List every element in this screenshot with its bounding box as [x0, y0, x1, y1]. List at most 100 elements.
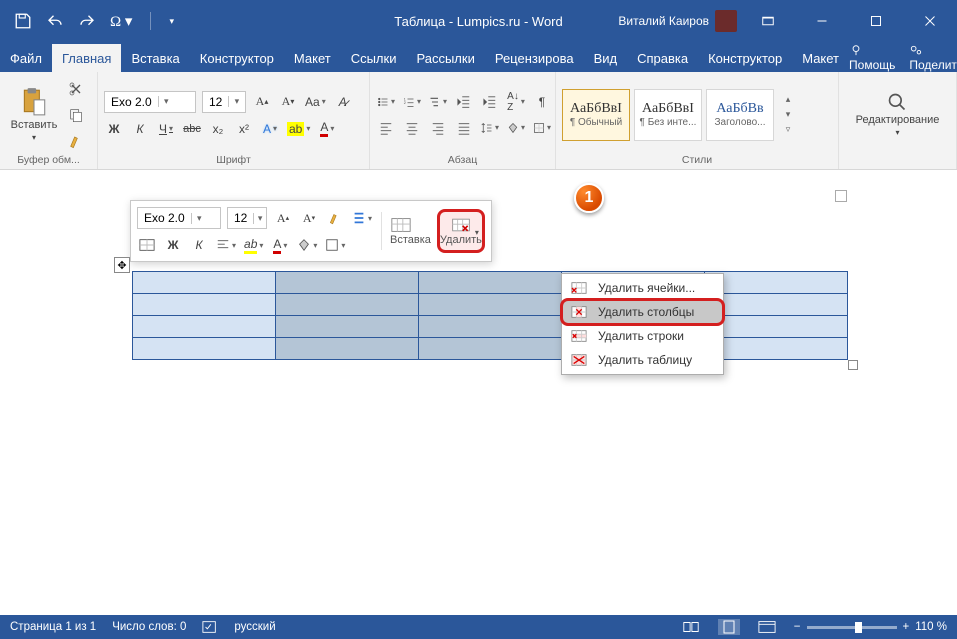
- align-left-button[interactable]: [376, 118, 396, 138]
- line-spacing-button[interactable]: [480, 118, 500, 138]
- redo-icon[interactable]: [78, 12, 96, 30]
- menu-delete-rows[interactable]: Удалить строки: [562, 324, 723, 348]
- tab-references[interactable]: Ссылки: [341, 44, 407, 72]
- ribbon-options-button[interactable]: [745, 0, 791, 42]
- bold-button[interactable]: Ж: [104, 119, 124, 139]
- mini-grow-button[interactable]: A▴: [273, 208, 293, 228]
- numbering-button[interactable]: 12: [402, 92, 422, 112]
- mini-shading-button[interactable]: [296, 235, 318, 255]
- print-layout-icon[interactable]: [718, 619, 740, 635]
- mini-font-combo[interactable]: Exo 2.0▾: [137, 207, 221, 229]
- mini-shrink-button[interactable]: A▾: [299, 208, 319, 228]
- tab-tabledesign[interactable]: Конструктор: [698, 44, 792, 72]
- pilcrow-button[interactable]: ¶: [532, 92, 552, 112]
- highlight-button[interactable]: ab: [286, 119, 311, 139]
- mini-delete-button[interactable]: Удалить ▾: [437, 209, 485, 253]
- multilevel-button[interactable]: [428, 92, 448, 112]
- clear-format-button[interactable]: A̷: [333, 92, 353, 112]
- table-move-handle[interactable]: ✥: [114, 257, 130, 273]
- mini-borders-button[interactable]: [324, 235, 346, 255]
- zoom-slider[interactable]: [807, 626, 897, 629]
- tab-layout[interactable]: Макет: [284, 44, 341, 72]
- style-normal[interactable]: АаБбВвI¶ Обычный: [562, 89, 630, 141]
- delete-table-icon: [570, 352, 588, 368]
- maximize-button[interactable]: [853, 0, 899, 42]
- zoom-out-button[interactable]: −: [794, 621, 801, 633]
- read-mode-icon[interactable]: [680, 619, 702, 635]
- omega-icon[interactable]: Ω ▾: [110, 12, 132, 31]
- tab-home[interactable]: Главная: [52, 44, 121, 72]
- subscript-button[interactable]: x₂: [208, 119, 228, 139]
- mini-insert-button[interactable]: Вставка: [390, 216, 431, 246]
- style-nospacing[interactable]: АаБбВвI¶ Без инте...: [634, 89, 702, 141]
- indent-dec-button[interactable]: [454, 92, 474, 112]
- tell-me[interactable]: Помощь: [849, 44, 895, 72]
- document-table[interactable]: ✥: [132, 271, 848, 360]
- sort-button[interactable]: A↓Z: [506, 92, 526, 112]
- zoom-value[interactable]: 110 %: [915, 621, 947, 633]
- borders-button[interactable]: [532, 118, 552, 138]
- mini-align-button[interactable]: [215, 235, 237, 255]
- close-button[interactable]: [907, 0, 953, 42]
- style-heading1[interactable]: АаБбВвЗаголово...: [706, 89, 774, 141]
- shrink-font-button[interactable]: A▾: [278, 92, 298, 112]
- format-painter-button[interactable]: [66, 131, 86, 151]
- strike-button[interactable]: abc: [182, 119, 202, 139]
- cut-button[interactable]: [66, 79, 86, 99]
- tab-tablelayout[interactable]: Макет: [792, 44, 849, 72]
- tab-design[interactable]: Конструктор: [190, 44, 284, 72]
- editing-button[interactable]: Редактирование ▾: [856, 92, 940, 137]
- tab-insert[interactable]: Вставка: [121, 44, 189, 72]
- styles-more-button[interactable]: ▴▾▿: [780, 94, 796, 135]
- spellcheck-icon[interactable]: [202, 620, 218, 634]
- font-size-combo[interactable]: 12▾: [202, 91, 246, 113]
- indent-inc-button[interactable]: [480, 92, 500, 112]
- mini-painter-button[interactable]: [325, 208, 345, 228]
- grow-font-button[interactable]: A▴: [252, 92, 272, 112]
- qat-customize-icon[interactable]: ▾: [169, 16, 174, 27]
- table-resize-handle[interactable]: [848, 360, 858, 370]
- word-count[interactable]: Число слов: 0: [112, 621, 186, 633]
- text-effects-button[interactable]: A: [260, 119, 280, 139]
- tab-view[interactable]: Вид: [584, 44, 628, 72]
- tab-mailings[interactable]: Рассылки: [406, 44, 484, 72]
- language-status[interactable]: русский: [234, 621, 275, 633]
- minimize-button[interactable]: [799, 0, 845, 42]
- tab-review[interactable]: Рецензирова: [485, 44, 584, 72]
- mini-italic-button[interactable]: К: [189, 235, 209, 255]
- user-account[interactable]: Виталий Каиров: [618, 10, 737, 32]
- italic-button[interactable]: К: [130, 119, 150, 139]
- delete-context-menu: Удалить ячейки... Удалить столбцы Удалит…: [561, 273, 724, 375]
- mini-bold-button[interactable]: Ж: [163, 235, 183, 255]
- align-center-button[interactable]: [402, 118, 422, 138]
- tab-file[interactable]: Файл: [0, 44, 52, 72]
- underline-button[interactable]: Ч: [156, 119, 176, 139]
- merge-cells-icon[interactable]: [137, 235, 157, 255]
- zoom-control[interactable]: − + 110 %: [794, 621, 947, 633]
- tab-help[interactable]: Справка: [627, 44, 698, 72]
- menu-delete-columns[interactable]: Удалить столбцы: [562, 300, 723, 324]
- share-button[interactable]: Поделиться: [909, 44, 957, 72]
- menu-delete-table[interactable]: Удалить таблицу: [562, 348, 723, 372]
- align-justify-button[interactable]: [454, 118, 474, 138]
- mini-size-combo[interactable]: 12▾: [227, 207, 267, 229]
- mini-fontcolor-button[interactable]: A: [270, 235, 290, 255]
- undo-icon[interactable]: [46, 12, 64, 30]
- zoom-in-button[interactable]: +: [903, 621, 910, 633]
- paste-button[interactable]: Вставить ▾: [6, 87, 62, 142]
- superscript-button[interactable]: x²: [234, 119, 254, 139]
- menu-delete-cells[interactable]: Удалить ячейки...: [562, 276, 723, 300]
- shading-button[interactable]: [506, 118, 526, 138]
- page-status[interactable]: Страница 1 из 1: [10, 621, 96, 633]
- delete-cells-icon: [570, 280, 588, 296]
- web-layout-icon[interactable]: [756, 619, 778, 635]
- align-right-button[interactable]: [428, 118, 448, 138]
- font-name-combo[interactable]: Exo 2.0▾: [104, 91, 196, 113]
- mini-styles-button[interactable]: [351, 208, 373, 228]
- copy-button[interactable]: [66, 105, 86, 125]
- font-color-button[interactable]: A: [317, 119, 337, 139]
- bullets-button[interactable]: [376, 92, 396, 112]
- change-case-button[interactable]: Aa: [304, 92, 327, 112]
- save-icon[interactable]: [14, 12, 32, 30]
- mini-highlight-button[interactable]: ab: [243, 235, 264, 255]
